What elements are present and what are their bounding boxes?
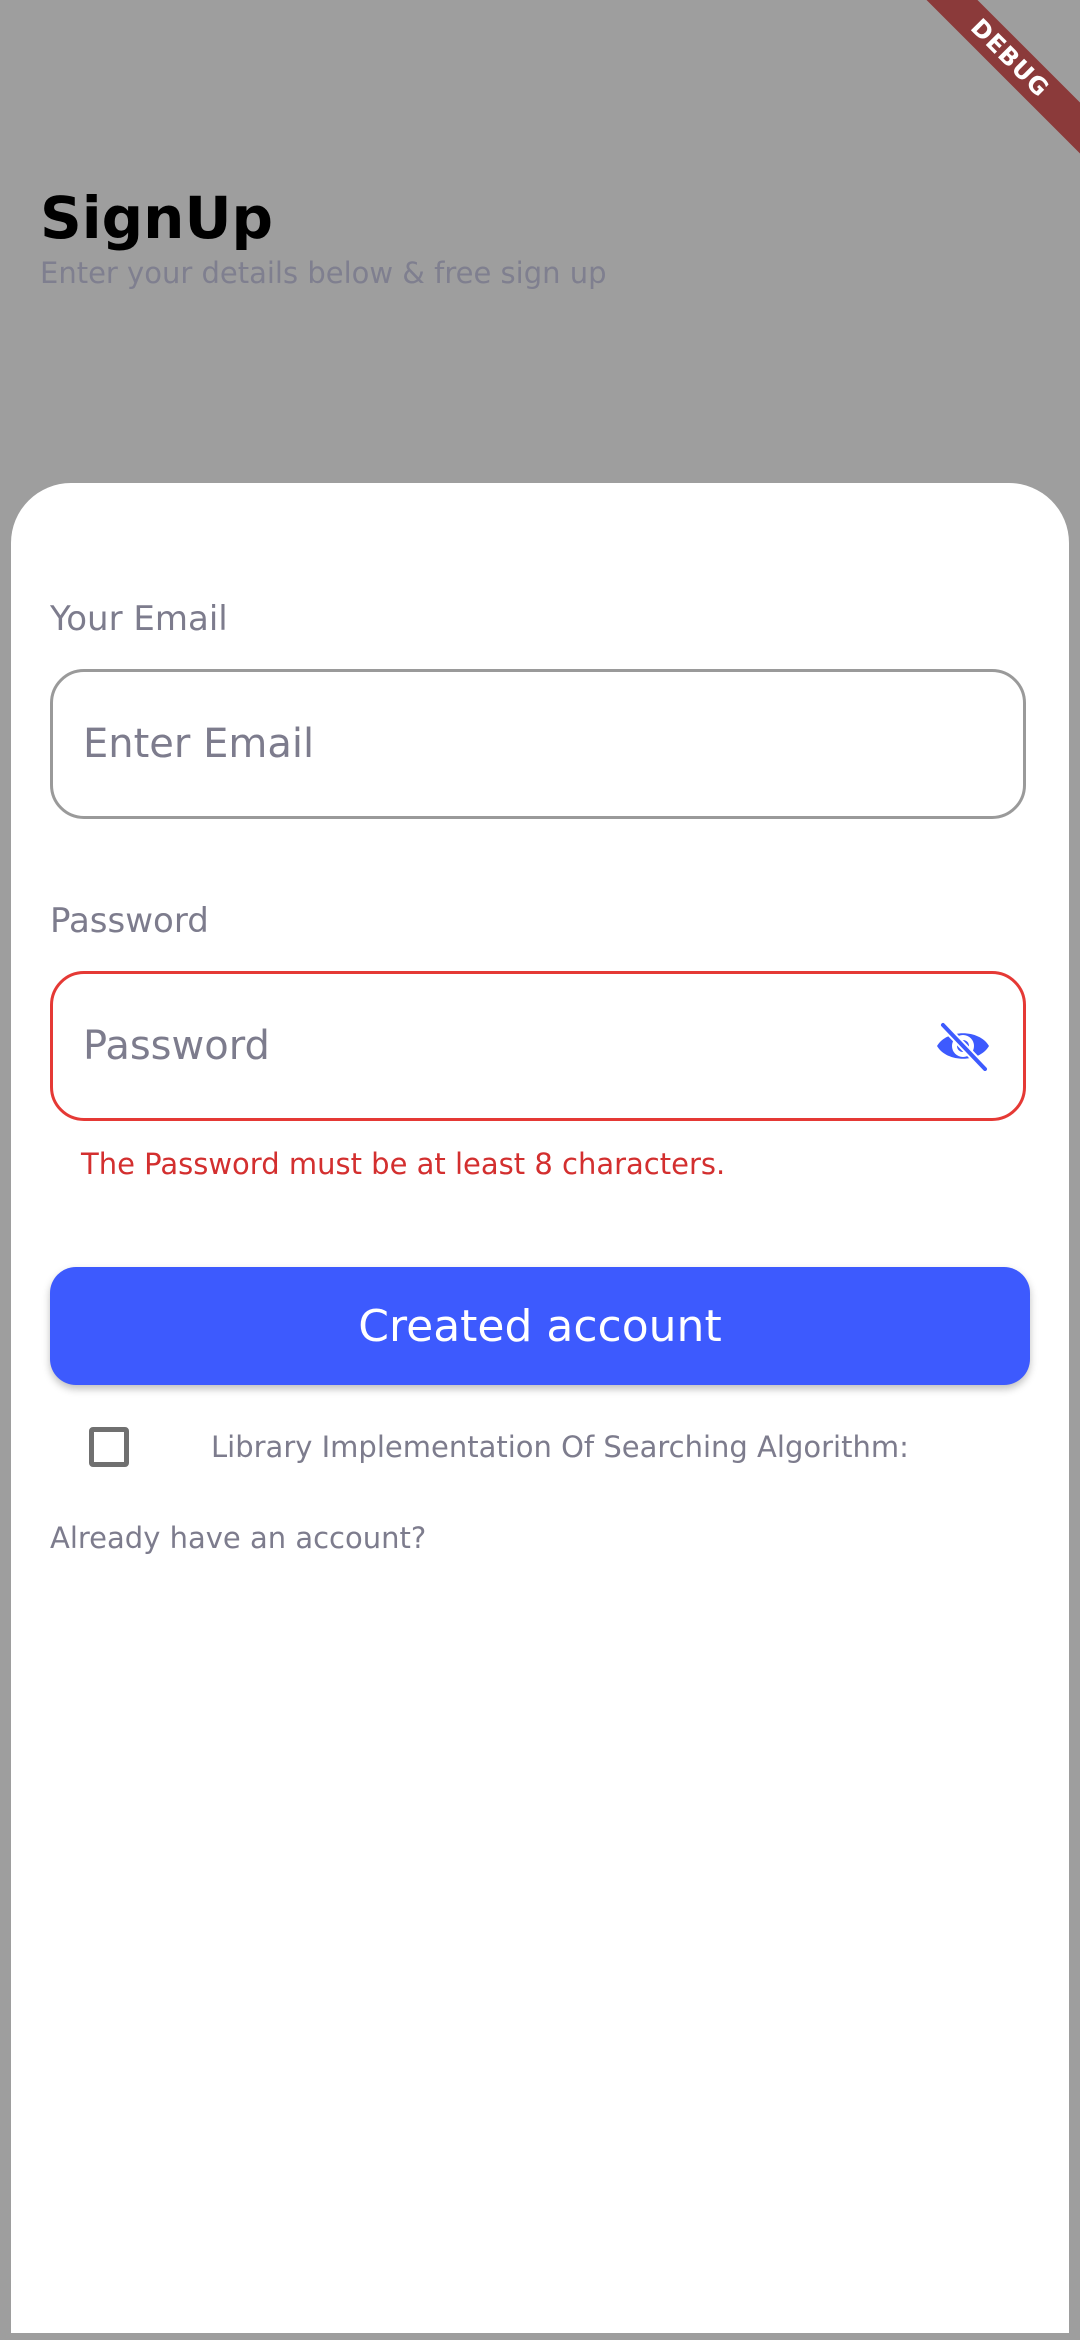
password-field[interactable]: [81, 1022, 931, 1070]
already-have-account-link[interactable]: Already have an account?: [50, 1521, 426, 1555]
email-field[interactable]: [81, 720, 995, 768]
algorithm-checkbox-label: Library Implementation Of Searching Algo…: [211, 1430, 909, 1464]
algorithm-checkbox-row[interactable]: Library Implementation Of Searching Algo…: [89, 1427, 909, 1467]
email-label: Your Email: [50, 599, 228, 639]
header: SignUp Enter your details below & free s…: [40, 184, 607, 290]
signup-form-sheet: Your Email Password The Password must be…: [11, 483, 1069, 2333]
create-account-button[interactable]: Created account: [50, 1267, 1030, 1385]
email-field-container[interactable]: [50, 669, 1026, 819]
password-field-container[interactable]: [50, 971, 1026, 1121]
algorithm-checkbox[interactable]: [89, 1427, 129, 1467]
password-label: Password: [50, 901, 209, 941]
page-subtitle: Enter your details below & free sign up: [40, 256, 607, 290]
password-error-message: The Password must be at least 8 characte…: [81, 1147, 726, 1181]
eye-off-icon[interactable]: [931, 1014, 995, 1078]
page-title: SignUp: [40, 184, 274, 252]
debug-banner: DEBUG: [920, 0, 1080, 160]
debug-label: DEBUG: [920, 0, 1080, 160]
